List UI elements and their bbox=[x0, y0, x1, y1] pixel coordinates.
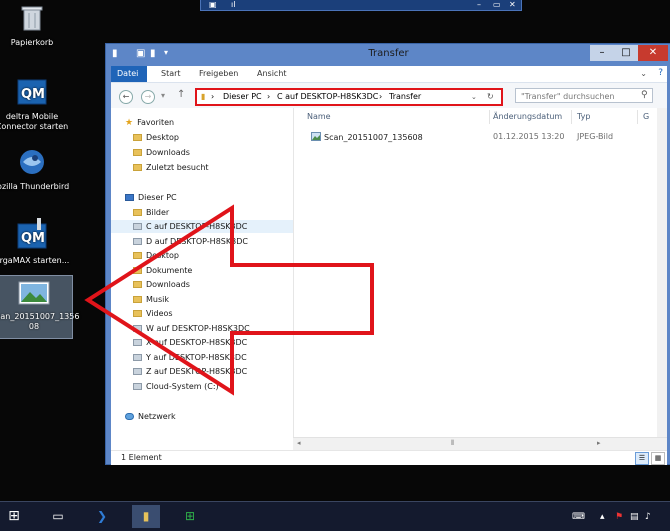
keyboard-icon[interactable]: ⌨ bbox=[572, 512, 585, 522]
store-icon[interactable]: ⊞ bbox=[176, 505, 204, 528]
server-manager-icon[interactable]: ▭ bbox=[44, 505, 72, 528]
volume-icon[interactable]: ♪ bbox=[645, 512, 651, 522]
network-tray-icon[interactable]: ▤ bbox=[630, 512, 639, 522]
powershell-icon[interactable]: ❯ bbox=[88, 505, 116, 528]
warning-flag-icon[interactable]: ⚑ bbox=[615, 512, 623, 522]
start-button[interactable]: ⊞ bbox=[0, 505, 28, 528]
taskbar: ⊞ ▭ ❯ ▮ ⊞ ⌨ ▴ ⚑ ▤ ♪ bbox=[0, 501, 670, 531]
annotation-arrow bbox=[84, 204, 374, 396]
tray-arrow-icon[interactable]: ▴ bbox=[600, 512, 605, 522]
file-explorer-icon[interactable]: ▮ bbox=[132, 505, 160, 528]
